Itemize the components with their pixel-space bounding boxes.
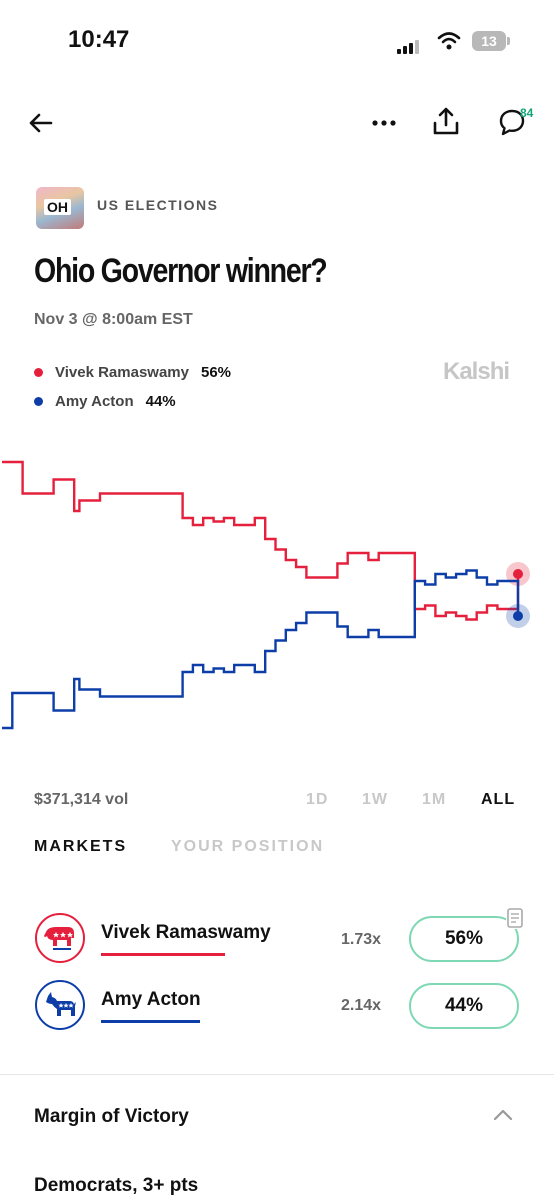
candidate-underline <box>101 953 225 956</box>
status-time: 10:47 <box>68 26 130 53</box>
legend-pct: 44% <box>145 393 176 410</box>
section-title[interactable]: Margin of Victory <box>34 1106 189 1128</box>
candidate-name-ramaswamy[interactable]: Vivek Ramaswamy <box>101 922 271 944</box>
series-line-0 <box>2 460 520 621</box>
cellular-signal-icon <box>397 36 421 54</box>
range-1m[interactable]: 1M <box>422 791 446 809</box>
market-thumbnail: OH <box>36 187 84 229</box>
tab-your-position[interactable]: YOUR POSITION <box>171 838 324 856</box>
legend-item-acton: Amy Acton 44% <box>34 393 176 410</box>
democrat-donkey-icon <box>35 980 85 1030</box>
buy-button-acton[interactable]: 44% <box>409 983 519 1029</box>
more-dots-icon[interactable] <box>368 110 400 136</box>
endpoint-dot-0 <box>513 569 523 579</box>
chevron-up-icon[interactable] <box>492 1108 514 1127</box>
thumbnail-label: OH <box>44 199 71 215</box>
comment-count: 84 <box>520 106 534 120</box>
wifi-icon <box>437 32 461 50</box>
range-1d[interactable]: 1D <box>306 791 328 809</box>
legend-dot <box>34 368 43 377</box>
volume-label: $371,314 vol <box>34 791 129 808</box>
share-icon[interactable] <box>430 104 462 138</box>
arrow-left-icon[interactable] <box>24 108 56 138</box>
section-divider <box>0 1074 554 1075</box>
receipt-icon <box>506 907 524 929</box>
buy-button-ramaswamy[interactable]: 56% <box>409 916 519 962</box>
brand-logo: Kalshi <box>443 358 510 385</box>
endpoint-dot-1 <box>513 611 523 621</box>
category-label[interactable]: US ELECTIONS <box>97 197 218 213</box>
legend-name: Amy Acton <box>55 393 134 410</box>
battery-indicator: 13 <box>472 31 506 51</box>
republican-elephant-icon <box>35 913 85 963</box>
legend-name: Vivek Ramaswamy <box>55 364 189 381</box>
battery-tip <box>507 37 510 45</box>
page-title: Ohio Governor winner? <box>34 252 328 290</box>
legend-dot <box>34 397 43 406</box>
legend-item-ramaswamy: Vivek Ramaswamy 56% <box>34 364 231 381</box>
payout-multiplier: 1.73x <box>341 931 382 948</box>
series-line-1 <box>2 569 520 730</box>
candidate-name-acton[interactable]: Amy Acton <box>101 989 201 1011</box>
market-date: Nov 3 @ 8:00am EST <box>34 311 193 328</box>
payout-multiplier: 2.14x <box>341 997 382 1014</box>
price-chart[interactable] <box>0 420 554 770</box>
legend-pct: 56% <box>200 364 232 381</box>
tab-markets[interactable]: MARKETS <box>34 838 127 856</box>
candidate-underline <box>101 1020 200 1023</box>
range-all[interactable]: ALL <box>481 791 515 809</box>
margin-item[interactable]: Democrats, 3+ pts <box>34 1175 198 1197</box>
range-1w[interactable]: 1W <box>362 791 388 809</box>
